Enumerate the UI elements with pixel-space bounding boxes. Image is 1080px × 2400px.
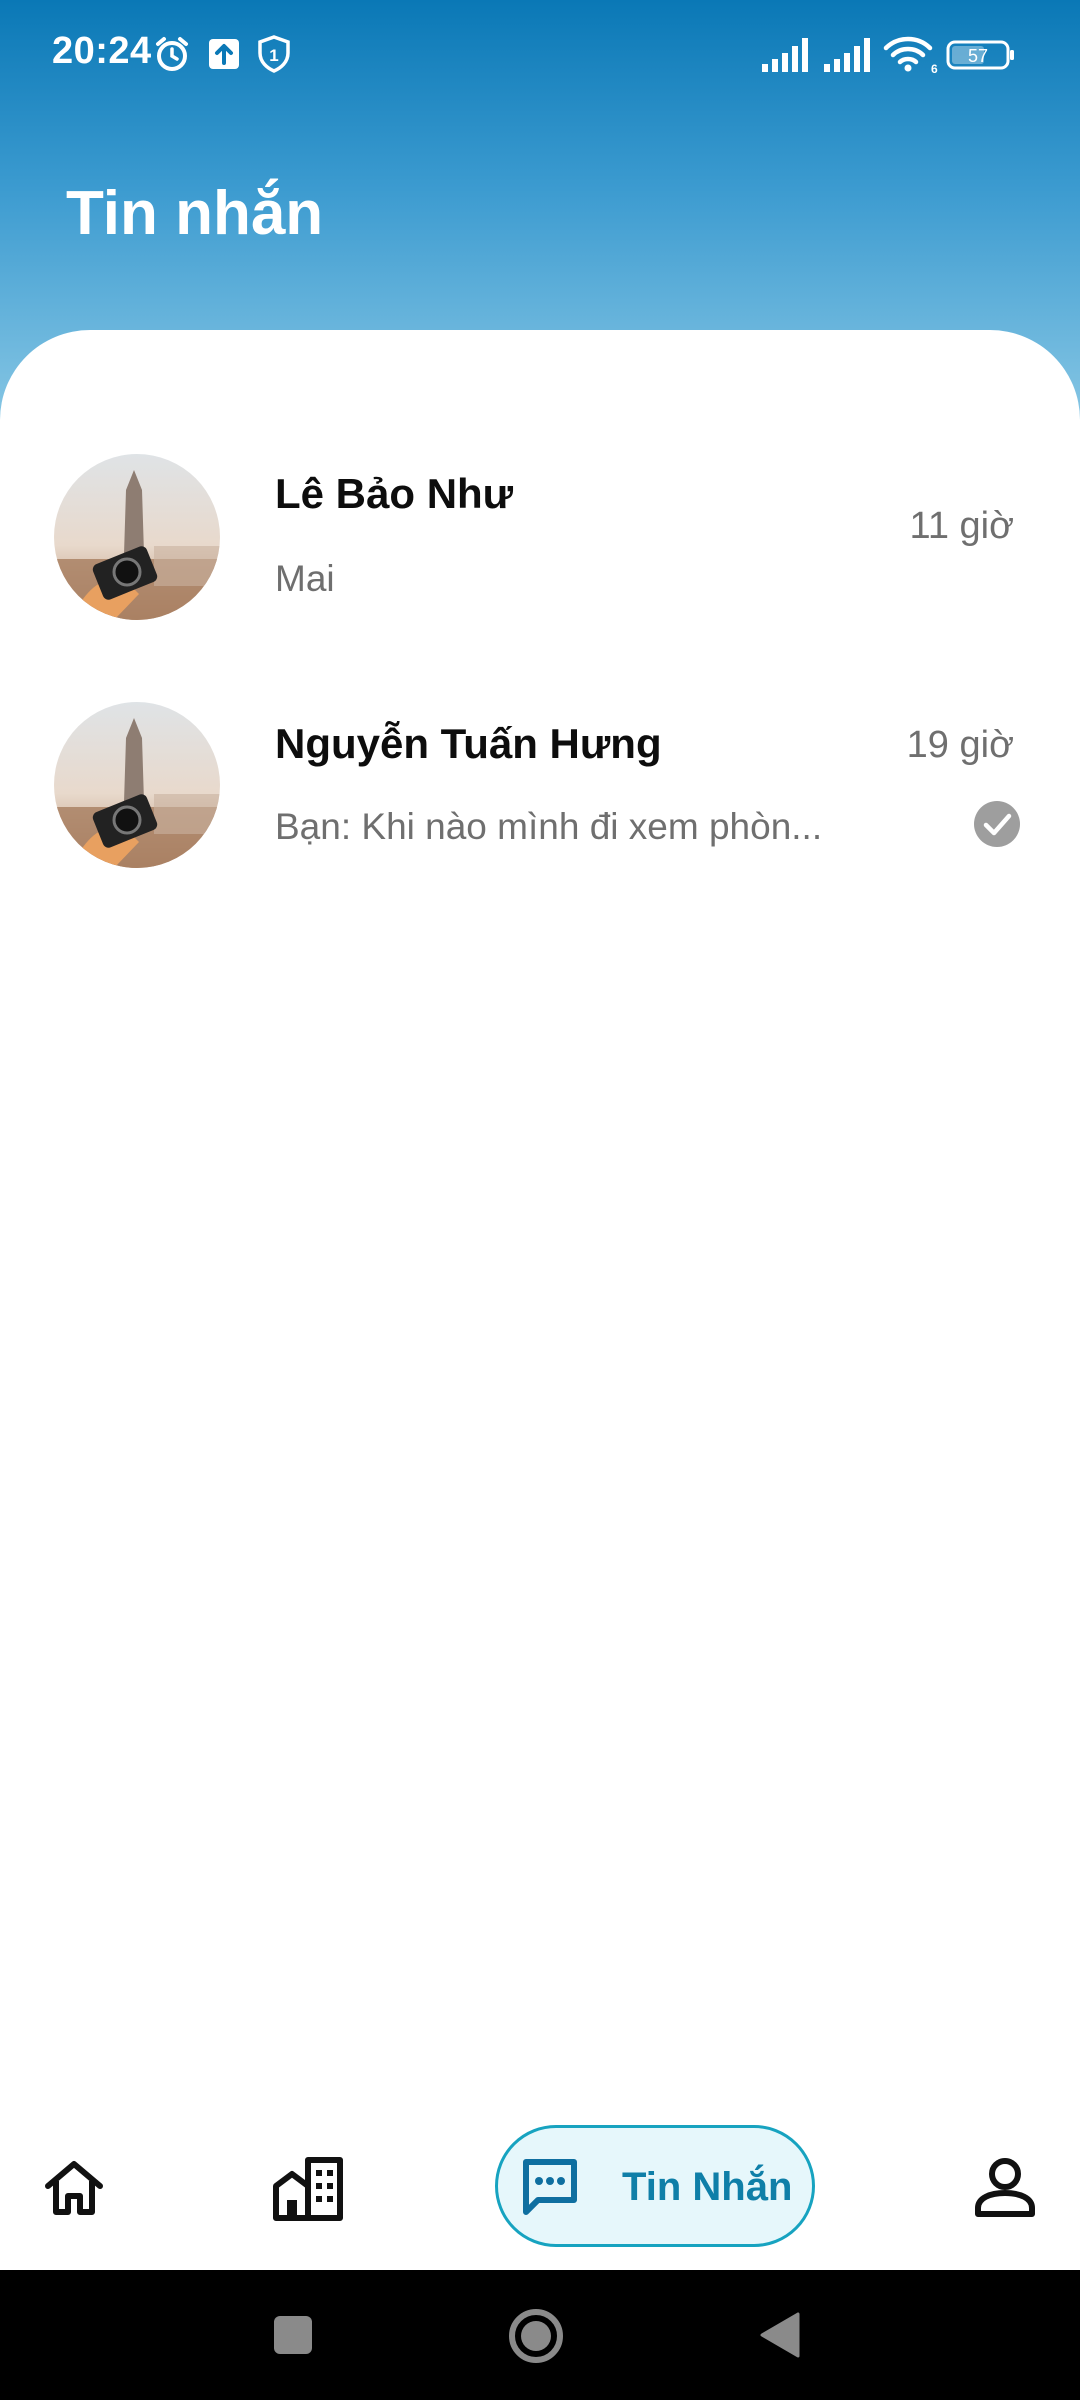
recents-icon[interactable] [272,2314,314,2356]
bottom-navigation: Tin Nhắn [0,2100,1080,2270]
conversation-item[interactable]: Lê Bảo Như Mai 11 giờ [0,440,1080,640]
avatar [54,454,220,620]
page-title: Tin nhắn [66,179,324,248]
message-time: 11 giờ [909,505,1015,547]
home-button-icon[interactable] [508,2308,564,2364]
nav-rooms[interactable] [270,2150,346,2226]
chat-icon [523,2159,577,2215]
nav-profile[interactable] [970,2152,1040,2222]
signal-icon [824,38,870,72]
avatar [54,702,220,868]
last-message: Bạn: Khi nào mình đi xem phòn... [275,806,823,847]
signal-icon [762,38,808,72]
wifi-icon: 6 [883,36,938,74]
shield-icon: 1 [258,35,290,73]
svg-text:57: 57 [968,46,988,66]
status-bar: 20:24 1 6 57 [0,0,1080,110]
svg-text:1: 1 [269,46,278,65]
battery-icon: 57 [946,40,1014,70]
upload-icon [209,39,239,69]
person-icon [975,2158,1035,2217]
nav-messages[interactable]: Tin Nhắn [495,2125,815,2247]
system-navigation-bar [0,2270,1080,2400]
svg-text:6: 6 [931,62,938,74]
alarm-icon [156,37,188,71]
last-message: Mai [275,558,335,599]
buildings-icon [273,2157,343,2221]
back-icon[interactable] [758,2310,802,2360]
read-check-icon [974,801,1020,847]
contact-name: Lê Bảo Như [275,470,514,517]
home-icon [45,2161,103,2215]
contact-name: Nguyễn Tuấn Hưng [275,720,662,767]
nav-messages-label: Tin Nhắn [622,2165,793,2209]
status-time: 20:24 [52,30,152,72]
conversation-item[interactable]: Nguyễn Tuấn Hưng Bạn: Khi nào mình đi xe… [0,688,1080,888]
nav-home[interactable] [40,2154,108,2222]
message-time: 19 giờ [906,724,1014,766]
